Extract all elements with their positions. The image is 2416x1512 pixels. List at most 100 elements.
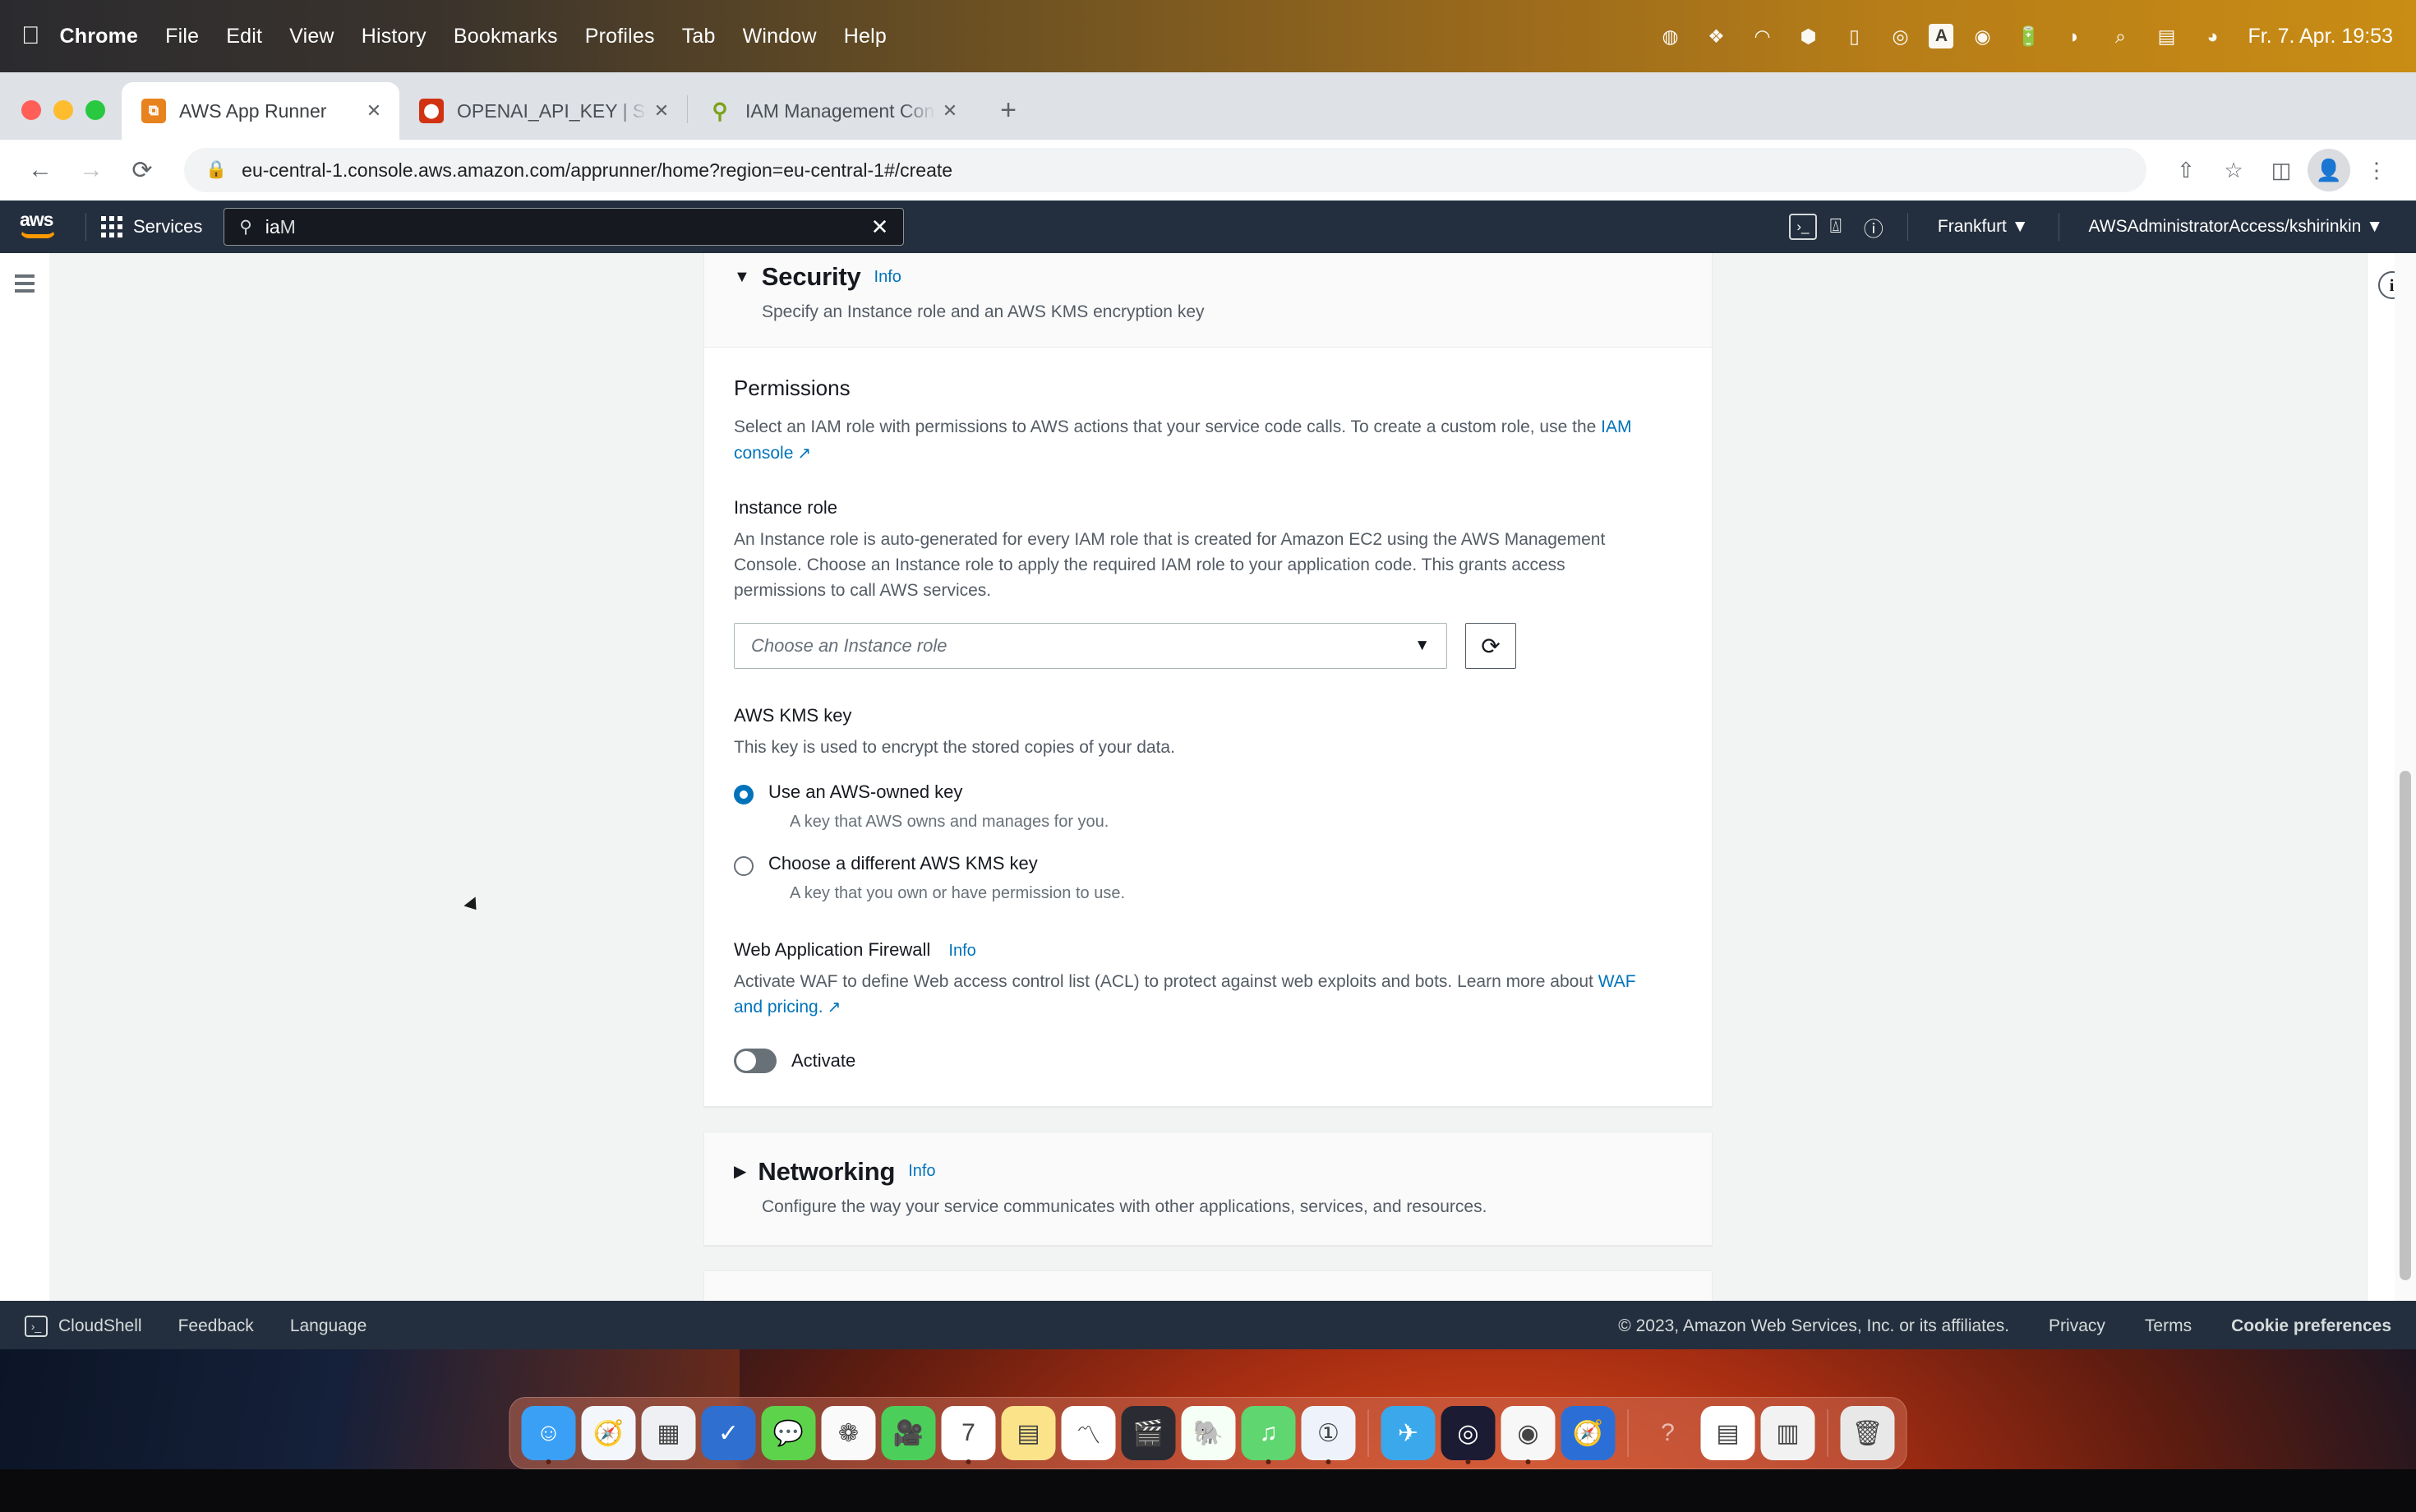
kaspersky-icon[interactable]: ⬢ [1791, 19, 1825, 53]
waf-activate-row[interactable]: Activate [734, 1048, 1682, 1073]
final-cut-icon[interactable]: 🎬 [1121, 1406, 1176, 1460]
menu-item-history[interactable]: History [362, 25, 426, 48]
control-center-icon[interactable]: ▤ [2149, 19, 2183, 53]
spiral-icon[interactable]: ◠ [1745, 19, 1779, 53]
menu-item-tab[interactable]: Tab [682, 25, 716, 48]
close-window-button[interactable] [21, 100, 41, 120]
security-section-header[interactable]: ▼ Security Info Specify an Instance role… [704, 253, 1712, 348]
timer-icon[interactable]: ◉ [1965, 19, 1999, 53]
hamburger-menu-icon[interactable] [0, 274, 49, 293]
maximize-window-button[interactable] [85, 100, 105, 120]
chevron-right-icon[interactable]: ▶ [734, 1164, 746, 1180]
cookie-preferences-link[interactable]: Cookie preferences [2231, 1316, 2391, 1336]
alfred-icon[interactable]: A [1929, 24, 1954, 48]
language-link[interactable]: Language [290, 1316, 367, 1336]
aws-search-input[interactable]: ⚲ iaM ✕ [224, 208, 905, 246]
feedback-link[interactable]: Feedback [178, 1316, 254, 1336]
close-tab-button[interactable]: ✕ [360, 97, 388, 125]
scrollbar-thumb[interactable] [2400, 771, 2411, 1280]
share-icon[interactable]: ⇧ [2165, 149, 2207, 191]
waf-activate-toggle[interactable] [734, 1048, 777, 1073]
cloudshell-icon[interactable]: ›_ [1788, 214, 1817, 240]
audio-hijack-icon[interactable]: ◎ [1441, 1406, 1496, 1464]
waf-info-link[interactable]: Info [948, 942, 975, 960]
facetime-icon[interactable]: 🎥 [881, 1406, 936, 1460]
grammarly-icon[interactable]: ◍ [1653, 19, 1687, 53]
back-icon[interactable]: ← [18, 148, 62, 192]
forward-icon[interactable]: → [69, 148, 113, 192]
chrome-menu-icon[interactable]: ⋮ [2355, 149, 2398, 191]
archive-icon[interactable]: ▥ [1760, 1406, 1815, 1460]
unknown-app-icon[interactable]: ? [1641, 1406, 1695, 1460]
browser-tab-iam-console[interactable]: ⚲ IAM Management Console ✕ [688, 82, 975, 140]
networking-section-header[interactable]: ▶ Networking Info Configure the way your… [704, 1132, 1712, 1245]
notifications-bell-icon[interactable]: ⍍ [1817, 208, 1855, 246]
kms-option-different-key[interactable]: Choose a different AWS KMS key A key tha… [734, 853, 1682, 903]
photos-icon[interactable]: ❁ [821, 1406, 876, 1460]
cloudshell-footer-button[interactable]: ›_ CloudShell [25, 1316, 142, 1337]
bookmark-star-icon[interactable]: ☆ [2212, 149, 2255, 191]
menu-item-help[interactable]: Help [844, 25, 887, 48]
dropbox-icon[interactable]: ❖ [1699, 19, 1733, 53]
account-selector[interactable]: AWSAdministratorAccess/kshirinkin ▼ [2074, 217, 2398, 237]
instance-role-select[interactable]: Choose an Instance role ▼ [734, 623, 1447, 670]
security-info-link[interactable]: Info [874, 268, 901, 287]
onepassword-icon[interactable]: ① [1301, 1406, 1356, 1464]
wifi-icon[interactable]: ◗ [2057, 19, 2091, 53]
spotify-icon[interactable]: ♫ [1241, 1406, 1296, 1464]
region-selector[interactable]: Frankfurt ▼ [1923, 217, 2044, 237]
browser-tab-secrets-manager[interactable]: ⬤ OPENAI_API_KEY | Secrets Ma ✕ [399, 82, 687, 140]
reload-icon[interactable]: ⟳ [120, 148, 164, 192]
trash-icon[interactable]: 🗑 [1840, 1406, 1895, 1460]
safari-icon[interactable]: 🧭 [581, 1406, 636, 1460]
menu-item-profiles[interactable]: Profiles [585, 25, 655, 48]
help-question-icon[interactable]: ⓘ [1855, 208, 1893, 246]
shade-icon[interactable]: ◎ [1883, 19, 1917, 53]
launchpad-icon[interactable]: ▦ [641, 1406, 696, 1460]
notes-icon[interactable]: ▤ [1001, 1406, 1056, 1460]
finder-icon[interactable]: ☺ [521, 1406, 576, 1464]
minimize-window-button[interactable] [53, 100, 73, 120]
menu-item-chrome[interactable]: Chrome [60, 25, 139, 48]
telegram-icon[interactable]: ✈ [1381, 1406, 1436, 1460]
page-scrollbar[interactable] [2395, 253, 2416, 1301]
browser-tab-aws-app-runner[interactable]: ⧉ AWS App Runner ✕ [122, 82, 399, 140]
networking-info-link[interactable]: Info [908, 1162, 935, 1181]
menu-item-window[interactable]: Window [743, 25, 817, 48]
safari-tech-preview-icon[interactable]: 🧭 [1561, 1406, 1616, 1460]
aws-logo[interactable]: aws [20, 210, 66, 243]
menu-item-file[interactable]: File [165, 25, 199, 48]
terms-link[interactable]: Terms [2145, 1316, 2192, 1336]
apple-icon[interactable]:  [21, 24, 40, 48]
refresh-instance-roles-button[interactable]: ⟳ [1465, 623, 1516, 670]
kms-option-aws-owned[interactable]: Use an AWS-owned key A key that AWS owns… [734, 781, 1682, 832]
bartender-icon[interactable]: ▯ [1837, 19, 1871, 53]
close-tab-button[interactable]: ✕ [936, 97, 964, 125]
calendar-icon[interactable]: 7 [941, 1406, 996, 1464]
menu-item-edit[interactable]: Edit [226, 25, 262, 48]
messages-icon[interactable]: 💬 [761, 1406, 816, 1460]
evernote-icon[interactable]: 🐘 [1181, 1406, 1236, 1460]
close-tab-button[interactable]: ✕ [648, 97, 675, 125]
clear-search-icon[interactable]: ✕ [871, 214, 889, 240]
side-panel-icon[interactable]: ◫ [2260, 149, 2303, 191]
chevron-down-icon[interactable]: ▼ [734, 269, 750, 285]
menu-item-view[interactable]: View [289, 25, 334, 48]
menu-bar-clock[interactable]: Fr. 7. Apr. 19:53 [2248, 25, 2393, 48]
things-icon[interactable]: ✓ [701, 1406, 756, 1460]
new-tab-button[interactable]: + [987, 89, 1030, 131]
stocks-icon[interactable]: 〽 [1061, 1406, 1116, 1460]
radio-button-selected[interactable] [734, 785, 754, 805]
observability-section-header[interactable]: ▶ Observability Configure observability … [704, 1270, 1712, 1301]
siri-icon[interactable]: ◕ [2195, 19, 2229, 53]
profile-avatar-icon[interactable]: 👤 [2308, 149, 2350, 191]
address-bar[interactable]: 🔒 eu-central-1.console.aws.amazon.com/ap… [184, 148, 2146, 192]
document-icon[interactable]: ▤ [1700, 1406, 1755, 1460]
battery-icon[interactable]: 🔋 [2011, 19, 2045, 53]
chrome-icon[interactable]: ◉ [1501, 1406, 1556, 1464]
menu-item-bookmarks[interactable]: Bookmarks [454, 25, 558, 48]
spotlight-search-icon[interactable]: ⌕ [2103, 19, 2137, 53]
services-menu-button[interactable]: Services [101, 216, 202, 237]
privacy-link[interactable]: Privacy [2049, 1316, 2105, 1336]
radio-button-unselected[interactable] [734, 856, 754, 877]
